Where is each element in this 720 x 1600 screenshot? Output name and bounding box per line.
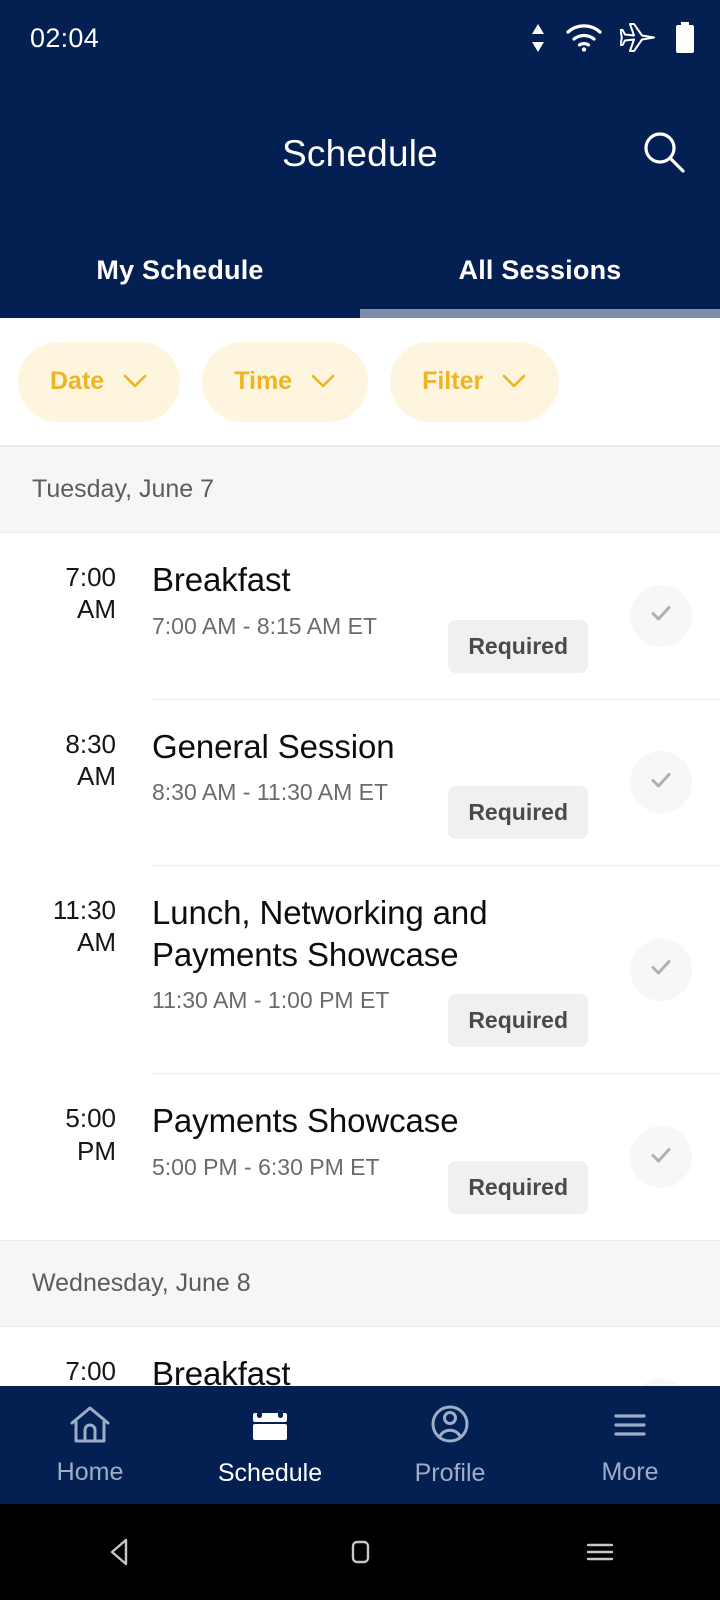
filter-chip-date[interactable]: Date xyxy=(18,341,181,422)
session-toggle-button[interactable] xyxy=(630,1126,692,1189)
hamburger-icon xyxy=(608,1404,652,1449)
session-row[interactable]: 7:00 AM Breakfast 7:00 AM - 8:15 AM ET R… xyxy=(0,533,720,700)
session-time-column: 7:00 AM xyxy=(0,533,152,700)
session-row[interactable]: 11:30 AM Lunch, Networking and Payments … xyxy=(0,866,720,1075)
session-body: General Session 8:30 AM - 11:30 AM ET Re… xyxy=(152,700,720,867)
session-time-hour: 11:30 xyxy=(52,895,116,926)
airplane-mode-icon xyxy=(620,23,656,53)
nav-item-schedule-label: Schedule xyxy=(217,1458,323,1487)
session-title: Payments Showcase xyxy=(152,1102,459,1140)
check-icon xyxy=(646,765,676,800)
session-toggle-button[interactable] xyxy=(630,584,692,647)
system-navigation-bar xyxy=(0,1504,720,1600)
session-row[interactable]: 5:00 PM Payments Showcase 5:00 PM - 6:30… xyxy=(0,1074,720,1240)
status-badge: Required xyxy=(448,1160,588,1214)
tab-all-sessions[interactable]: All Sessions xyxy=(360,232,720,318)
nav-item-more-label: More xyxy=(601,1457,659,1486)
check-icon xyxy=(646,598,676,633)
chevron-down-icon xyxy=(501,367,527,396)
nav-item-more[interactable]: More xyxy=(540,1404,720,1487)
status-badge: Required xyxy=(448,786,588,840)
check-icon xyxy=(646,1140,676,1175)
nav-item-profile-label: Profile xyxy=(414,1458,486,1487)
session-body: Payments Showcase 5:00 PM - 6:30 PM ET R… xyxy=(152,1074,720,1240)
session-time-hour: 7:00 xyxy=(65,1355,116,1386)
check-icon xyxy=(646,952,676,987)
page-title: Schedule xyxy=(282,133,438,174)
tab-all-sessions-label: All Sessions xyxy=(458,254,622,285)
filter-chip-date-label: Date xyxy=(50,367,105,395)
tab-my-schedule-label: My Schedule xyxy=(96,254,264,285)
status-bar: 02:04 xyxy=(0,0,720,76)
nav-item-home-label: Home xyxy=(56,1457,124,1486)
day-header: Tuesday, June 7 xyxy=(0,446,720,533)
session-time-meridiem: AM xyxy=(77,594,116,625)
filter-chip-time[interactable]: Time xyxy=(202,341,369,422)
data-transfer-icon xyxy=(528,23,548,53)
back-icon[interactable] xyxy=(60,1522,180,1582)
status-bar-clock: 02:04 xyxy=(30,22,100,53)
session-row[interactable]: 8:30 AM General Session 8:30 AM - 11:30 … xyxy=(0,699,720,867)
battery-icon xyxy=(674,22,696,54)
home-icon xyxy=(68,1404,112,1449)
tab-bar: My Schedule All Sessions xyxy=(0,232,720,318)
session-time-meridiem: PM xyxy=(77,1135,116,1166)
session-toggle-button[interactable] xyxy=(630,938,692,1001)
session-time-hour: 7:00 xyxy=(65,562,116,592)
bottom-navigation: Home Schedule Profile More xyxy=(0,1386,720,1504)
filter-bar: Date Time Filter xyxy=(0,318,720,446)
schedule-list[interactable]: Tuesday, June 7 7:00 AM Breakfast 7:00 A… xyxy=(0,446,720,1386)
session-time-column: 5:00 PM xyxy=(0,1074,152,1240)
calendar-icon xyxy=(248,1403,292,1450)
session-toggle-button[interactable] xyxy=(630,751,692,814)
profile-icon xyxy=(428,1403,472,1450)
session-body: Breakfast 7:00 AM - 8:15 AM ET Required xyxy=(152,1327,720,1386)
session-title: Lunch, Networking and Payments Showcase xyxy=(152,894,488,973)
nav-item-profile[interactable]: Profile xyxy=(360,1403,540,1488)
session-time-column: 7:00 AM xyxy=(0,1327,152,1386)
filter-chip-filter[interactable]: Filter xyxy=(390,341,560,422)
session-row[interactable]: 7:00 AM Breakfast 7:00 AM - 8:15 AM ET R… xyxy=(0,1326,720,1386)
home-square-icon[interactable] xyxy=(300,1522,420,1582)
status-bar-icons xyxy=(528,22,696,54)
session-time-meridiem: AM xyxy=(77,927,116,958)
recents-icon[interactable] xyxy=(540,1522,660,1582)
tab-my-schedule[interactable]: My Schedule xyxy=(0,232,360,318)
session-title: Breakfast xyxy=(152,561,291,598)
session-body: Breakfast 7:00 AM - 8:15 AM ET Required xyxy=(152,533,720,700)
session-title: General Session xyxy=(152,727,395,765)
app-bar: Schedule xyxy=(0,76,720,232)
day-header-label: Tuesday, June 7 xyxy=(32,475,215,503)
wifi-icon xyxy=(566,24,602,52)
search-icon xyxy=(641,129,687,180)
session-time-column: 11:30 AM xyxy=(0,866,152,1074)
status-badge: Required xyxy=(448,994,588,1048)
session-time-column: 8:30 AM xyxy=(0,700,152,867)
filter-chip-filter-label: Filter xyxy=(422,367,484,395)
session-time-hour: 8:30 xyxy=(65,728,116,759)
search-button[interactable] xyxy=(636,126,692,182)
session-time-hour: 5:00 xyxy=(65,1103,116,1134)
day-header-label: Wednesday, June 8 xyxy=(32,1268,251,1297)
filter-chip-time-label: Time xyxy=(234,367,293,395)
chevron-down-icon xyxy=(122,367,148,396)
tab-active-indicator xyxy=(360,309,720,318)
nav-item-schedule[interactable]: Schedule xyxy=(180,1403,360,1488)
day-header: Wednesday, June 8 xyxy=(0,1239,720,1327)
session-time-meridiem: AM xyxy=(77,760,116,791)
session-body: Lunch, Networking and Payments Showcase … xyxy=(152,866,720,1075)
app-screen: 02:04 Schedule My Schedule All Sessions … xyxy=(0,0,720,1600)
chevron-down-icon xyxy=(310,367,336,396)
nav-item-home[interactable]: Home xyxy=(0,1404,180,1487)
status-badge: Required xyxy=(448,619,588,673)
session-title: Breakfast xyxy=(152,1354,291,1386)
